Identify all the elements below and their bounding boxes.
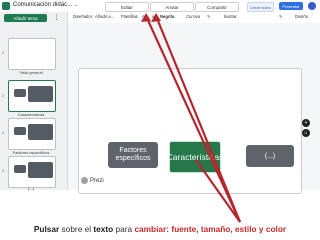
caption-pulsar: Pulsar <box>33 224 60 234</box>
instruction-caption: Pulsar sobre el texto para cambiar: fuen… <box>0 224 320 234</box>
chevron-down-icon: ⌄ <box>73 2 78 8</box>
toolbar-bold[interactable]: Negrita <box>160 14 174 19</box>
caption-text: para <box>113 224 135 234</box>
thumb-shape <box>28 124 53 140</box>
caption-highlight: cambiar: fuente, tamaño, estilo y color <box>134 224 287 234</box>
slide-number: 2 <box>2 93 5 98</box>
tab-compartir-label: Compartir <box>207 4 227 10</box>
caption-texto: texto <box>93 224 114 234</box>
zoom-in-icon[interactable]: + <box>302 119 310 127</box>
toolbar-designer[interactable]: Diseñador <box>73 14 92 19</box>
topic-placeholder[interactable]: (...) <box>246 145 294 167</box>
prezi-logo-text: Prezi <box>90 177 104 184</box>
document-title-text: Comunicación didác... <box>13 2 73 8</box>
prezi-logo-icon <box>81 177 88 184</box>
tab-anotar-label: Anotar <box>165 4 179 10</box>
slide-caption: Vista general <box>19 70 43 75</box>
slide-number: 3 <box>2 130 5 135</box>
slide-thumbnail-2[interactable] <box>8 80 56 112</box>
create-video-button[interactable]: Crear vídeo <box>247 2 274 12</box>
toolbar-templates[interactable]: Plantillas <box>121 14 138 19</box>
edit-icon[interactable]: ✎ <box>279 14 283 19</box>
add-topic-label: Añadir tema <box>13 15 38 21</box>
slide-frame <box>78 68 302 194</box>
tab-compartir[interactable]: Compartir <box>195 2 239 12</box>
tab-editar-label: Editar <box>121 4 133 10</box>
slide-thumbnail-1[interactable] <box>8 38 56 70</box>
slide-caption: (...) <box>28 186 34 191</box>
present-button[interactable]: Presentar <box>279 2 303 10</box>
thumb-shape <box>28 86 53 102</box>
thumb-shape <box>14 127 26 135</box>
prezi-app-icon[interactable] <box>2 2 10 10</box>
home-icon[interactable]: ⌂ <box>302 129 310 137</box>
thumb-shape <box>28 162 53 178</box>
slide-thumbnail-4[interactable] <box>8 156 56 188</box>
slide-number: 4 <box>2 168 5 173</box>
topic-factores-especificos[interactable]: Factores específicos <box>108 142 158 168</box>
toolbar-design[interactable]: Diseño <box>295 14 308 19</box>
pencil-icon[interactable]: ✎ <box>207 14 211 19</box>
slide-caption: Características <box>17 112 45 117</box>
thumb-shape <box>14 89 26 97</box>
tab-anotar[interactable]: Anotar <box>150 2 194 12</box>
sidebar-menu-button[interactable]: ⋮ <box>52 14 61 22</box>
document-title[interactable]: Comunicación didác... ⌄ <box>13 2 78 8</box>
create-video-label: Crear vídeo <box>250 4 271 10</box>
present-label: Presentar <box>282 3 300 9</box>
prezi-logo: Prezi <box>81 177 104 184</box>
avatar[interactable] <box>308 2 316 10</box>
slide-caption: Factores específicos <box>12 150 50 155</box>
thumb-shape <box>14 165 26 173</box>
topic-caracteristicas[interactable]: Características <box>167 141 223 173</box>
toolbar-illustrate[interactable]: Ilustrar <box>224 14 237 19</box>
slide-number: 1 <box>2 50 5 55</box>
caption-text: sobre el <box>59 224 94 234</box>
tab-editar[interactable]: Editar <box>105 2 149 12</box>
toolbar-add[interactable]: Añadir a... <box>95 14 114 19</box>
slide-thumbnail-3[interactable] <box>8 118 56 150</box>
add-topic-button[interactable]: Añadir tema <box>4 14 47 22</box>
font-size-down-icon[interactable]: a <box>152 14 154 19</box>
toolbar-italic[interactable]: Cursiva <box>186 14 200 19</box>
font-size-up-icon[interactable]: A <box>142 14 145 19</box>
